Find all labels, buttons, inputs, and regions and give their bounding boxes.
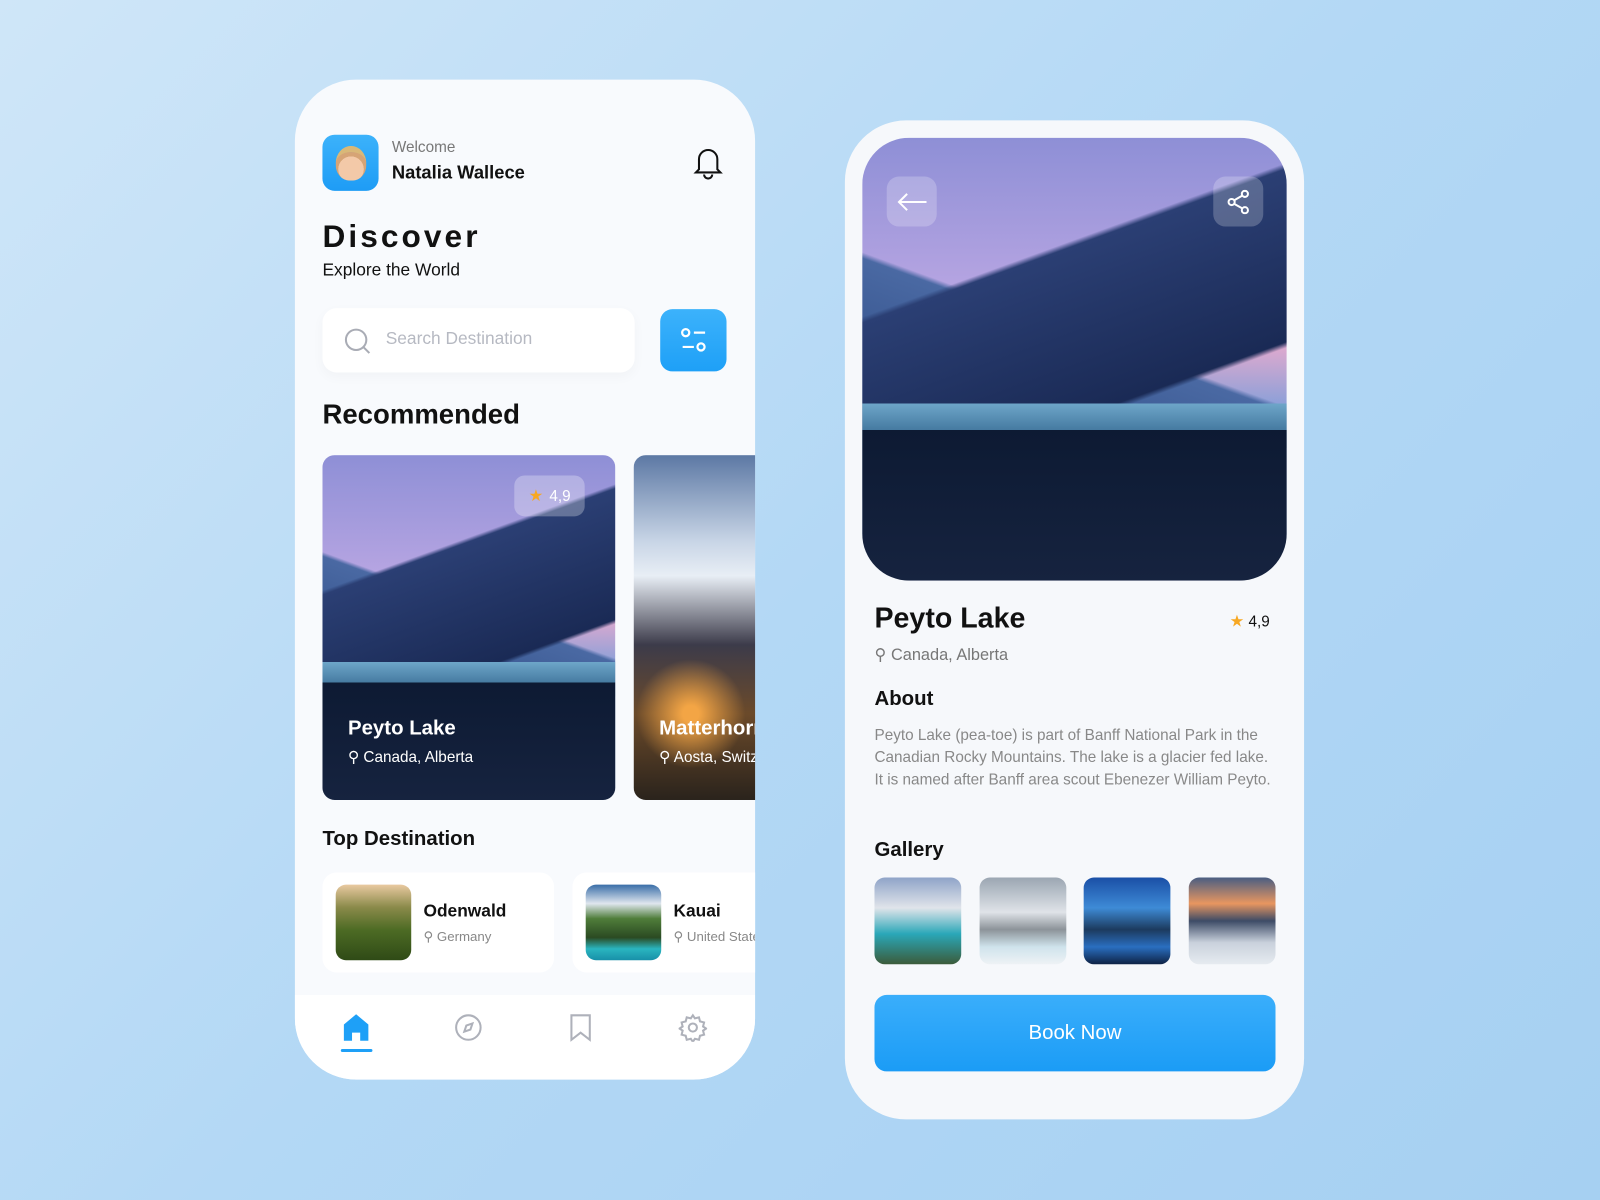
location-pin-icon: ⚲ bbox=[347, 748, 364, 767]
bookmark-icon[interactable] bbox=[569, 1013, 591, 1042]
book-now-button[interactable]: Book Now bbox=[874, 994, 1276, 1072]
home-screen: Welcome Natalia Wallece Discover Explore… bbox=[294, 79, 756, 1080]
detail-screen: Peyto Lake ★ 4,9 ⚲ Canada, Alberta About… bbox=[844, 120, 1305, 1120]
card-title: Peyto Lake bbox=[347, 717, 456, 740]
location-pin-icon: ⚲ bbox=[673, 928, 687, 944]
hero-image bbox=[862, 137, 1287, 581]
location-pin-icon: ⚲ bbox=[423, 928, 437, 944]
arrow-left-icon bbox=[897, 192, 927, 211]
search-icon bbox=[344, 328, 371, 354]
share-icon bbox=[1227, 189, 1249, 214]
gallery-image[interactable] bbox=[979, 877, 1067, 965]
destination-thumbnail bbox=[335, 884, 412, 961]
destination-location: Germany bbox=[436, 928, 492, 944]
notification-bell-icon[interactable] bbox=[693, 145, 724, 185]
destination-name: Odenwald bbox=[423, 901, 507, 921]
gallery-image[interactable] bbox=[1188, 877, 1276, 965]
gallery-image[interactable] bbox=[874, 877, 962, 965]
home-icon[interactable] bbox=[343, 1013, 370, 1042]
card-location: Aosta, Switzerland bbox=[673, 748, 756, 767]
about-text: Peyto Lake (pea-toe) is part of Banff Na… bbox=[874, 726, 1271, 789]
location-pin-icon: ⚲ bbox=[874, 646, 891, 665]
destination-name: Kauai bbox=[673, 901, 721, 921]
card-location: Canada, Alberta bbox=[363, 748, 474, 767]
gallery-heading: Gallery bbox=[874, 838, 944, 862]
search-placeholder: Search Destination bbox=[385, 328, 533, 348]
destination-thumbnail bbox=[585, 884, 662, 961]
page-title: Discover bbox=[322, 218, 481, 255]
recommended-card[interactable]: ★ 4,9 Peyto Lake ⚲ Canada, Alberta bbox=[322, 455, 616, 800]
bottom-nav bbox=[294, 994, 756, 1080]
gallery-image[interactable] bbox=[1083, 877, 1171, 965]
search-input[interactable]: Search Destination bbox=[322, 308, 635, 373]
back-button[interactable] bbox=[886, 176, 937, 227]
recommended-heading: Recommended bbox=[322, 398, 520, 430]
user-name: Natalia Wallece bbox=[391, 162, 525, 183]
rating-value: 4,9 bbox=[1248, 613, 1270, 631]
star-icon: ★ bbox=[1229, 613, 1245, 631]
active-tab-indicator bbox=[340, 1048, 373, 1053]
top-destination-heading: Top Destination bbox=[322, 827, 476, 850]
place-title: Peyto Lake bbox=[874, 602, 1026, 634]
filter-icon bbox=[681, 327, 706, 352]
recommended-card[interactable]: Matterhorn ⚲ Aosta, Switzerland bbox=[633, 455, 756, 800]
share-button[interactable] bbox=[1213, 176, 1264, 227]
card-title: Matterhorn bbox=[659, 717, 755, 740]
star-icon: ★ bbox=[528, 487, 544, 506]
avatar[interactable] bbox=[322, 134, 379, 191]
welcome-label: Welcome bbox=[391, 138, 456, 157]
rating-value: 4,9 bbox=[549, 487, 571, 505]
about-heading: About bbox=[874, 687, 934, 711]
destination-item[interactable]: Kauai ⚲ United States bbox=[572, 872, 756, 973]
destination-item[interactable]: Odenwald ⚲ Germany bbox=[322, 872, 555, 973]
destination-location: United States bbox=[686, 928, 755, 944]
gear-icon[interactable] bbox=[678, 1013, 708, 1042]
compass-icon[interactable] bbox=[454, 1013, 483, 1042]
place-location: Canada, Alberta bbox=[890, 646, 1009, 665]
filter-button[interactable] bbox=[660, 309, 727, 372]
location-pin-icon: ⚲ bbox=[659, 748, 674, 767]
rating-badge: ★ 4,9 bbox=[514, 475, 585, 517]
page-subtitle: Explore the World bbox=[322, 260, 461, 280]
